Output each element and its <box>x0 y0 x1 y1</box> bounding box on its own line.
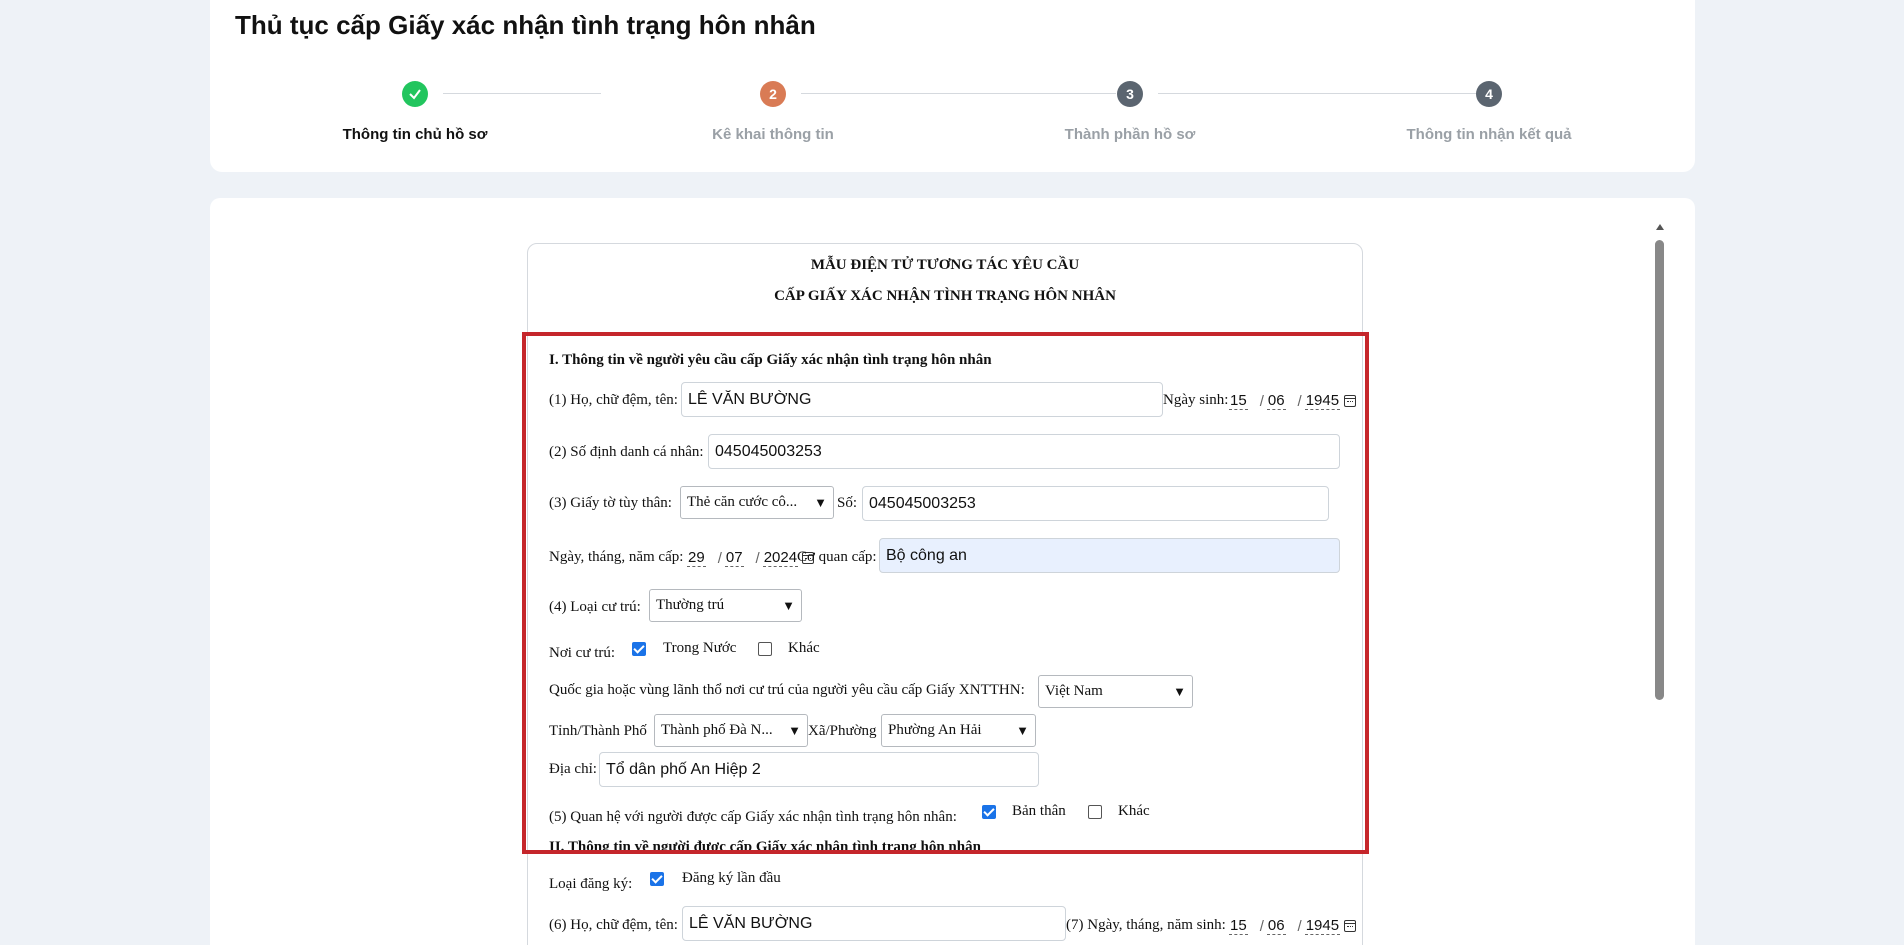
form-title-line1: MẪU ĐIỆN TỬ TƯƠNG TÁC YÊU CẦU <box>810 257 1080 273</box>
stepper-connector <box>443 93 601 94</box>
step-4-label[interactable]: Thông tin nhận kết quả <box>1407 126 1572 143</box>
issue-day[interactable]: 29 <box>687 549 706 567</box>
step-4-circle[interactable]: 4 <box>1476 81 1502 107</box>
section1-title: I. Thông tin về người yêu cầu cấp Giấy x… <box>549 352 992 368</box>
chevron-down-icon: ▼ <box>1016 722 1029 738</box>
doc-no-label: Số: <box>837 495 858 511</box>
ward-select[interactable]: Phường An Hải ▼ <box>881 714 1036 747</box>
calendar-icon[interactable] <box>1344 395 1357 407</box>
country-label: Quốc gia hoặc vùng lãnh thổ nơi cư trú c… <box>549 682 1025 698</box>
dob2-month[interactable]: 06 <box>1266 917 1286 935</box>
step-2-circle[interactable]: 2 <box>760 81 786 107</box>
doc-no-input[interactable]: 045045003253 <box>862 486 1329 521</box>
step-2-label[interactable]: Kê khai thông tin <box>712 126 834 143</box>
scroll-up-arrow-icon[interactable] <box>1656 224 1664 230</box>
section2-title: II. Thông tin về người được cấp Giấy xác… <box>549 839 981 855</box>
ward-value: Phường An Hải <box>888 722 982 738</box>
ward-label: Xã/Phường <box>808 723 877 739</box>
residence-type-label: (4) Loại cư trú: <box>549 599 641 615</box>
country-select[interactable]: Việt Nam ▼ <box>1038 675 1193 708</box>
step-3-label[interactable]: Thành phần hồ sơ <box>1065 126 1196 143</box>
doc-label: (3) Giấy tờ tùy thân: <box>549 495 672 511</box>
reg-type-label: Loại đăng ký: <box>549 876 633 892</box>
dob2-day[interactable]: 15 <box>1229 917 1248 935</box>
residence-domestic-label: Trong Nước <box>663 640 737 656</box>
address-input[interactable]: Tổ dân phố An Hiệp 2 <box>599 752 1039 787</box>
chevron-down-icon: ▼ <box>1173 683 1186 699</box>
id-input[interactable]: 045045003253 <box>708 434 1340 469</box>
issue-date-label: Ngày, tháng, năm cấp: <box>549 549 684 565</box>
doc-type-value: Thẻ căn cước cô... <box>687 494 798 510</box>
province-value: Thành phố Đà N... <box>661 722 773 738</box>
name-label: (1) Họ, chữ đệm, tên: <box>549 392 678 408</box>
dob-month[interactable]: 06 <box>1266 392 1286 410</box>
step-1-check-icon[interactable] <box>402 81 428 107</box>
reg-type-value: Đăng ký lần đầu <box>682 870 781 886</box>
issue-month[interactable]: 07 <box>724 549 744 567</box>
relation-other-checkbox[interactable] <box>1088 805 1102 819</box>
form-title-line2: CẤP GIẤY XÁC NHẬN TÌNH TRẠNG HÔN NHÂN <box>774 288 1116 304</box>
issuer-label: Cơ quan cấp: <box>797 549 877 565</box>
dob-day[interactable]: 15 <box>1229 392 1248 410</box>
relation-other-label: Khác <box>1118 803 1150 819</box>
relation-self-label: Bản thân <box>1012 803 1066 819</box>
address-label: Địa chỉ: <box>549 761 597 777</box>
chevron-down-icon: ▼ <box>782 597 795 613</box>
reg-type-checkbox[interactable] <box>650 872 664 886</box>
step-3-circle[interactable]: 3 <box>1117 81 1143 107</box>
doc-type-select[interactable]: Thẻ căn cước cô... ▼ <box>680 486 834 519</box>
dob-date-picker[interactable]: 15 / 06 / 1945 <box>1229 392 1357 410</box>
province-label: Tỉnh/Thành Phố <box>549 723 647 739</box>
header-card: Thủ tục cấp Giấy xác nhận tình trạng hôn… <box>210 0 1695 172</box>
name-input[interactable]: LÊ VĂN BƯỜNG <box>681 382 1163 417</box>
id-label: (2) Số định danh cá nhân: <box>549 444 704 460</box>
residence-type-select[interactable]: Thường trú ▼ <box>649 589 802 622</box>
dob-label: Ngày sinh: <box>1163 392 1229 408</box>
stepper-connector <box>801 93 1116 94</box>
dob2-label: (7) Ngày, tháng, năm sinh: <box>1066 917 1226 933</box>
scrollbar-thumb[interactable] <box>1655 240 1664 700</box>
residence-other-checkbox[interactable] <box>758 642 772 656</box>
issue-year[interactable]: 2024 <box>762 549 799 567</box>
residence-other-label: Khác <box>788 640 820 656</box>
step-1-label[interactable]: Thông tin chủ hồ sơ <box>343 126 488 143</box>
relation-self-checkbox[interactable] <box>982 805 996 819</box>
stepper-connector <box>1158 93 1476 94</box>
dob2-date-picker[interactable]: 15 / 06 / 1945 <box>1229 917 1357 935</box>
chevron-down-icon: ▼ <box>788 722 801 738</box>
page-title: Thủ tục cấp Giấy xác nhận tình trạng hôn… <box>235 10 816 40</box>
residence-domestic-checkbox[interactable] <box>632 642 646 656</box>
calendar-icon[interactable] <box>1344 920 1357 932</box>
dob-year[interactable]: 1945 <box>1304 392 1341 410</box>
issuer-input[interactable]: Bộ công an <box>879 538 1340 573</box>
chevron-down-icon: ▼ <box>814 494 827 510</box>
dob2-year[interactable]: 1945 <box>1304 917 1341 935</box>
relation-label: (5) Quan hệ với người được cấp Giấy xác … <box>549 809 957 825</box>
issue-date-picker[interactable]: 29 / 07 / 2024 <box>687 549 815 567</box>
residence-type-value: Thường trú <box>656 597 725 613</box>
name2-label: (6) Họ, chữ đệm, tên: <box>549 917 678 933</box>
country-value: Việt Nam <box>1045 683 1103 699</box>
name2-input[interactable]: LÊ VĂN BƯỜNG <box>682 906 1066 941</box>
province-select[interactable]: Thành phố Đà N... ▼ <box>654 714 808 747</box>
residence-place-label: Nơi cư trú: <box>549 645 616 661</box>
